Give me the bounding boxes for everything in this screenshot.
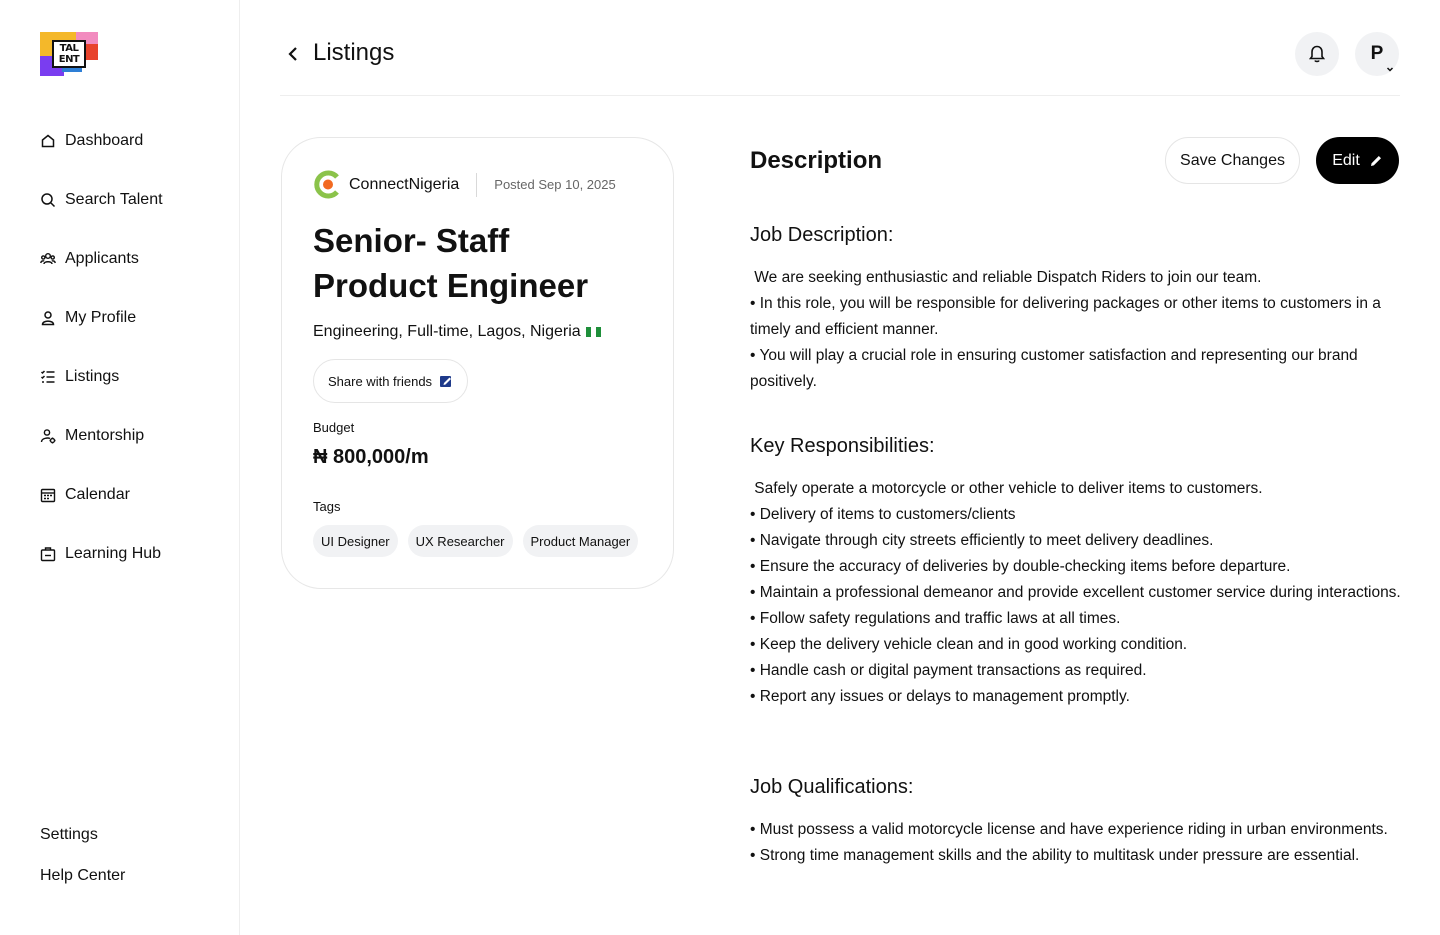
mentorship-icon bbox=[40, 428, 56, 444]
section-line: • In this role, you will be responsible … bbox=[750, 295, 1381, 338]
list-icon bbox=[40, 369, 56, 385]
tag-chip: UI Designer bbox=[313, 525, 398, 557]
sidebar-item-my-profile[interactable]: My Profile bbox=[40, 299, 230, 337]
sidebar-item-mentorship[interactable]: Mentorship bbox=[40, 417, 230, 455]
chevron-down-icon bbox=[1386, 67, 1394, 72]
page-title: Listings bbox=[313, 39, 395, 66]
budget-value: ₦ 800,000/m bbox=[313, 446, 429, 468]
sidebar-item-label: My Profile bbox=[65, 309, 137, 326]
sidebar-item-label: Learning Hub bbox=[65, 545, 162, 562]
job-summary-card: ConnectNigeria Posted Sep 10, 2025 Senio… bbox=[281, 137, 674, 589]
sidebar-item-label: Calendar bbox=[65, 486, 130, 503]
bell-icon bbox=[1308, 45, 1326, 63]
pencil-icon bbox=[1370, 155, 1381, 166]
section-line: • Strong time management skills and the … bbox=[750, 847, 1360, 864]
briefcase-icon bbox=[40, 546, 56, 562]
share-label: Share with friends bbox=[328, 373, 433, 389]
key-responsibilities-section: Key Responsibilities: Safely operate a m… bbox=[750, 435, 1410, 710]
sidebar-item-dashboard[interactable]: Dashboard bbox=[40, 122, 230, 160]
section-line: We are seeking enthusiastic and reliable… bbox=[750, 269, 1262, 286]
section-line: • Report any issues or delays to managem… bbox=[750, 688, 1130, 705]
user-icon bbox=[40, 310, 56, 326]
section-line: • Must possess a valid motorcycle licens… bbox=[750, 821, 1388, 838]
section-line: • Handle cash or digital payment transac… bbox=[750, 662, 1147, 679]
tag-list: UI Designer UX Researcher Product Manage… bbox=[313, 525, 648, 557]
description-title: Description bbox=[750, 147, 883, 174]
job-description-section: Job Description: We are seeking enthusia… bbox=[750, 224, 1410, 395]
search-icon bbox=[40, 192, 56, 208]
sidebar-item-learning-hub[interactable]: Learning Hub bbox=[40, 535, 230, 573]
section-line: • Keep the delivery vehicle clean and in… bbox=[750, 636, 1188, 653]
edit-label: Edit bbox=[1332, 151, 1360, 169]
sidebar: TAL ENT Dashboard Search Talent Applican… bbox=[0, 0, 240, 935]
job-meta: Engineering, Full-time, Lagos, Nigeria bbox=[313, 323, 601, 341]
section-line: • Ensure the accuracy of deliveries by d… bbox=[750, 558, 1291, 575]
company-logo bbox=[314, 170, 339, 199]
back-button[interactable] bbox=[284, 42, 304, 66]
chevron-left-icon bbox=[288, 47, 297, 61]
section-line: • Navigate through city streets efficien… bbox=[750, 532, 1214, 549]
sidebar-item-calendar[interactable]: Calendar bbox=[40, 476, 230, 514]
sidebar-item-label: Mentorship bbox=[65, 427, 145, 444]
sidebar-item-applicants[interactable]: Applicants bbox=[40, 240, 230, 278]
sidebar-item-search-talent[interactable]: Search Talent bbox=[40, 181, 230, 219]
section-line: • Maintain a professional demeanor and p… bbox=[750, 584, 1401, 601]
avatar[interactable]: P bbox=[1355, 32, 1399, 76]
tag-chip: Product Manager bbox=[522, 525, 639, 557]
share-edit-icon bbox=[440, 376, 452, 387]
edit-button[interactable]: Edit bbox=[1316, 137, 1399, 184]
notifications-button[interactable] bbox=[1295, 32, 1339, 76]
company-name: ConnectNigeria bbox=[349, 175, 460, 193]
logo-wordmark: TAL ENT bbox=[52, 40, 86, 68]
company-row: ConnectNigeria Posted Sep 10, 2025 bbox=[313, 170, 616, 199]
page-header: Listings P bbox=[280, 30, 1400, 96]
budget-label: Budget bbox=[313, 420, 355, 435]
section-heading: Job Qualifications: bbox=[750, 776, 914, 798]
avatar-initial: P bbox=[1370, 43, 1384, 64]
sidebar-item-label: Search Talent bbox=[65, 191, 163, 208]
calendar-icon bbox=[40, 487, 56, 503]
talent-logo[interactable]: TAL ENT bbox=[40, 32, 98, 76]
settings-link[interactable]: Settings bbox=[40, 826, 125, 844]
users-icon bbox=[40, 251, 56, 267]
tags-label: Tags bbox=[313, 499, 341, 514]
nigeria-flag-icon bbox=[585, 327, 601, 337]
sidebar-item-label: Listings bbox=[65, 368, 120, 385]
sidebar-item-label: Applicants bbox=[65, 250, 139, 267]
job-qualifications-section: Job Qualifications: • Must possess a val… bbox=[750, 776, 1410, 869]
job-meta-text: Engineering, Full-time, Lagos, Nigeria bbox=[313, 323, 581, 340]
sidebar-bottom-links: Settings Help Center bbox=[40, 826, 125, 908]
tag-chip: UX Researcher bbox=[407, 525, 513, 557]
section-line: • Delivery of items to customers/clients bbox=[750, 506, 1016, 523]
divider bbox=[476, 172, 478, 197]
help-center-link[interactable]: Help Center bbox=[40, 867, 125, 885]
section-line: • Follow safety regulations and traffic … bbox=[750, 610, 1121, 627]
sidebar-item-listings[interactable]: Listings bbox=[40, 358, 230, 396]
posted-date: Posted Sep 10, 2025 bbox=[494, 177, 616, 192]
job-title: Senior- Staff Product Engineer bbox=[313, 222, 589, 304]
home-icon bbox=[40, 133, 56, 149]
section-line: Safely operate a motorcycle or other veh… bbox=[750, 480, 1263, 497]
section-heading: Job Description: bbox=[750, 224, 894, 246]
save-changes-button[interactable]: Save Changes bbox=[1165, 137, 1300, 184]
section-line: • You will play a crucial role in ensuri… bbox=[750, 347, 1358, 390]
sidebar-item-label: Dashboard bbox=[65, 132, 144, 149]
sidebar-nav: Dashboard Search Talent Applicants My Pr… bbox=[40, 122, 230, 594]
share-button[interactable]: Share with friends bbox=[313, 359, 469, 403]
section-heading: Key Responsibilities: bbox=[750, 435, 935, 457]
